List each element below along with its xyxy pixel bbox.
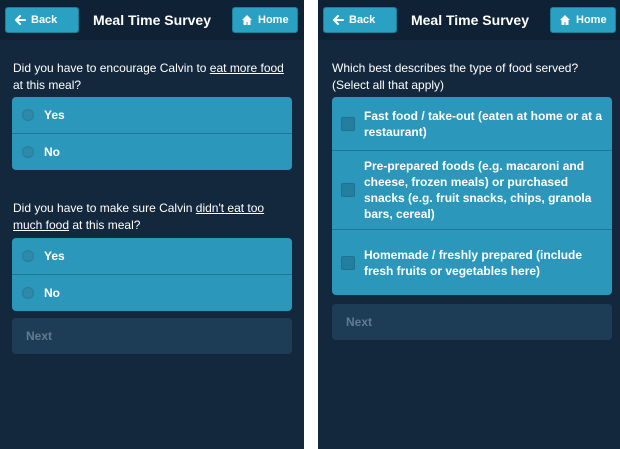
arrow-left-icon bbox=[14, 14, 26, 26]
header: Meal Time Survey Back Home bbox=[0, 0, 304, 40]
option-label: Homemade / freshly prepared (include fre… bbox=[364, 247, 583, 278]
option-yes[interactable]: Yes bbox=[12, 97, 292, 134]
radio-icon bbox=[22, 109, 34, 121]
survey-screen-right: Meal Time Survey Back Home Which best de… bbox=[318, 0, 620, 449]
option-pre-prepared[interactable]: Pre-prepared foods (e.g. macaroni and ch… bbox=[332, 151, 612, 230]
option-label: Pre-prepared foods (e.g. macaroni and ch… bbox=[364, 159, 592, 221]
question-eat-too-much: Did you have to make sure Calvin didn't … bbox=[13, 200, 294, 234]
home-button[interactable]: Home bbox=[232, 7, 298, 33]
question-eat-more: Did you have to encourage Calvin to eat … bbox=[13, 60, 294, 94]
option-fast-food[interactable]: Fast food / take-out (eaten at home or a… bbox=[332, 97, 612, 151]
question-text: Did you have to make sure Calvin bbox=[13, 201, 196, 215]
checkbox-icon bbox=[341, 116, 355, 131]
back-button[interactable]: Back bbox=[5, 7, 79, 33]
options-eat-more: Yes No bbox=[12, 97, 292, 170]
question-text: Did you have to encourage Calvin to bbox=[13, 61, 210, 75]
option-yes[interactable]: Yes bbox=[12, 238, 292, 275]
back-button[interactable]: Back bbox=[323, 7, 397, 33]
options-eat-too-much: Yes No bbox=[12, 238, 292, 311]
survey-screen-left: Meal Time Survey Back Home Did you have … bbox=[0, 0, 304, 449]
option-no[interactable]: No bbox=[12, 134, 292, 170]
question-text-end: at this meal? bbox=[13, 78, 82, 92]
checkbox-icon bbox=[341, 255, 355, 270]
option-no[interactable]: No bbox=[12, 275, 292, 311]
radio-icon bbox=[22, 146, 34, 158]
home-button-label: Home bbox=[576, 14, 607, 26]
next-button[interactable]: Next bbox=[12, 318, 292, 354]
home-button-label: Home bbox=[258, 14, 289, 26]
back-button-label: Back bbox=[31, 14, 58, 26]
checkbox-icon bbox=[341, 183, 355, 197]
options-food-type: Fast food / take-out (eaten at home or a… bbox=[332, 97, 612, 295]
home-icon bbox=[559, 14, 571, 26]
next-button[interactable]: Next bbox=[332, 304, 612, 340]
home-icon bbox=[241, 14, 253, 26]
option-label: Yes bbox=[44, 108, 65, 122]
option-label: Fast food / take-out (eaten at home or a… bbox=[364, 108, 603, 139]
option-label: Yes bbox=[44, 249, 65, 263]
question-food-type: Which best describes the type of food se… bbox=[332, 61, 579, 92]
question-text-end: at this meal? bbox=[69, 218, 141, 232]
radio-icon bbox=[22, 250, 34, 262]
option-homemade[interactable]: Homemade / freshly prepared (include fre… bbox=[332, 230, 612, 295]
arrow-left-icon bbox=[332, 14, 344, 26]
radio-icon bbox=[22, 287, 34, 299]
home-button[interactable]: Home bbox=[550, 7, 616, 33]
option-label: No bbox=[44, 286, 60, 300]
header: Meal Time Survey Back Home bbox=[318, 0, 620, 40]
back-button-label: Back bbox=[349, 14, 376, 26]
option-label: No bbox=[44, 145, 60, 159]
question-emphasis: eat more food bbox=[209, 61, 284, 75]
